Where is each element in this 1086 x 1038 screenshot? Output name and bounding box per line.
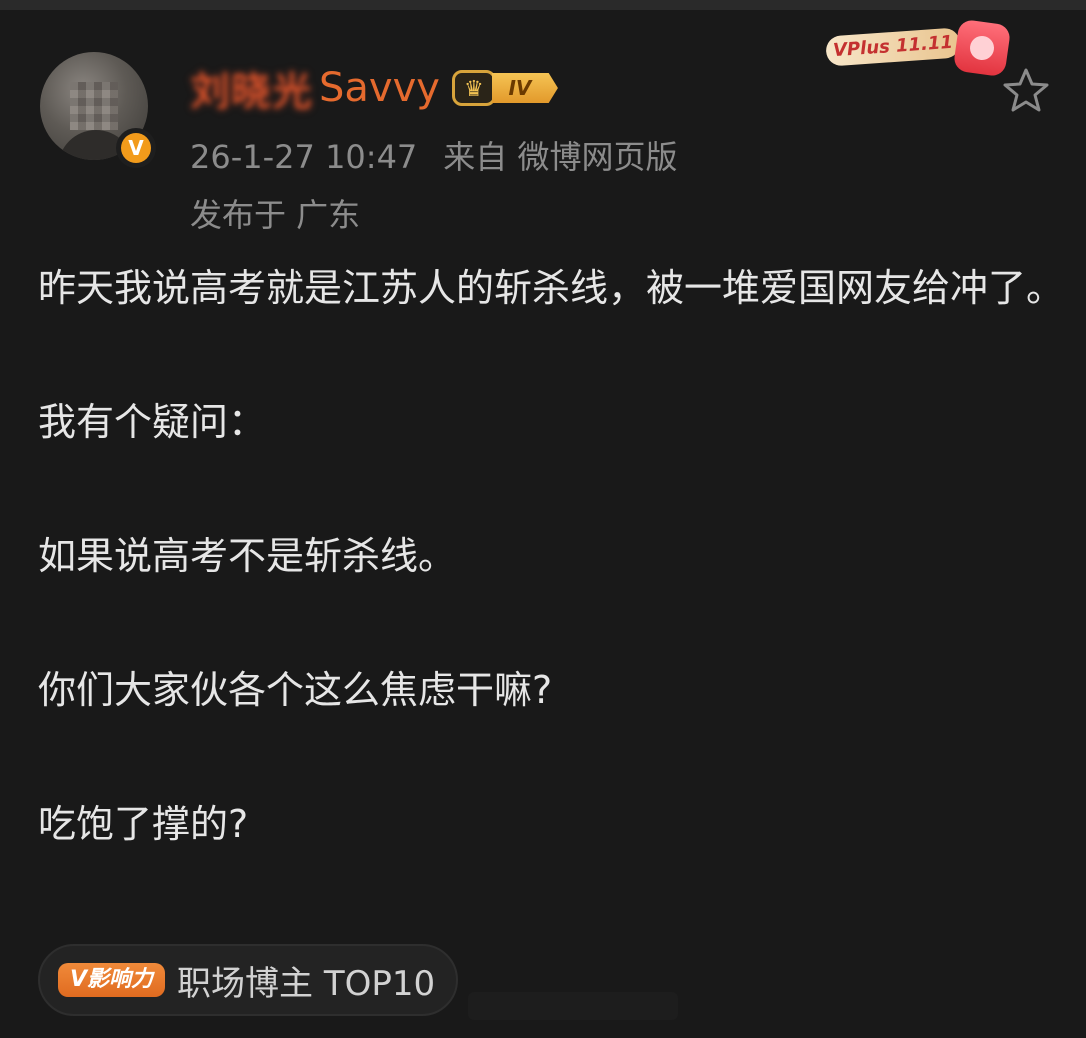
avatar-mosaic — [70, 82, 118, 130]
watermark — [468, 992, 678, 1020]
post-source[interactable]: 来自 微博网页版 — [443, 138, 677, 176]
post-paragraph: 吃饱了撑的? — [38, 802, 249, 846]
level-badge-icon: ♛ IV — [451, 68, 562, 108]
author-name-blurred: 刘晓光 — [190, 69, 313, 115]
verified-badge-icon: V — [116, 128, 156, 168]
top-bar — [0, 0, 1086, 10]
post-meta: 26-1-27 10:47 来自 微博网页版 — [190, 132, 677, 178]
favorite-star-icon[interactable] — [1000, 66, 1052, 114]
post-paragraph: 如果说高考不是斩杀线。 — [38, 534, 457, 578]
post-paragraph: 我有个疑问： — [38, 400, 267, 444]
influence-label: 职场博主 TOP10 — [177, 963, 436, 1004]
influence-tag[interactable]: V影响力 职场博主 TOP10 — [38, 944, 458, 1016]
post-paragraph: 昨天我说高考就是江苏人的斩杀线，被一堆爱国网友给冲了。 — [38, 266, 1065, 310]
author-name-suffix: Savvy — [319, 65, 440, 111]
crown-icon: ♛ — [451, 70, 496, 106]
post-time: 26-1-27 10:47 — [190, 138, 418, 176]
post-location: 发布于 广东 — [190, 196, 361, 234]
post-paragraph: 你们大家伙各个这么焦虑干嘛? — [38, 668, 553, 712]
post-body: 昨天我说高考就是江苏人的斩杀线，被一堆爱国网友给冲了。 我有个疑问： 如果说高考… — [38, 256, 1068, 856]
vplus-ribbon: VPlus 11.11 — [825, 27, 961, 67]
influence-badge: V影响力 — [58, 963, 166, 997]
vplus-sticker: VPlus 11.11 — [825, 18, 1012, 80]
author-name[interactable]: 刘晓光 Savvy ♛ IV — [190, 62, 562, 115]
